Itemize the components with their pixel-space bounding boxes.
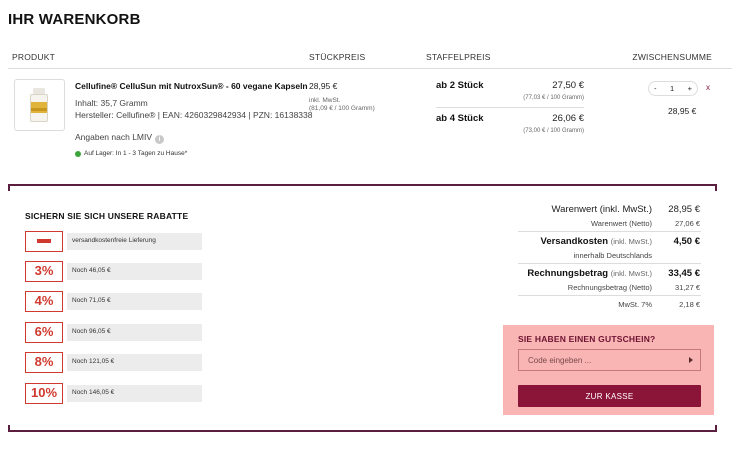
product-lmiv[interactable]: Angaben nach LMIV i	[75, 132, 165, 144]
tier-price-1: ab 2 Stück 27,50 € (77,03 € / 100 Gramm)	[436, 80, 584, 108]
header-scale-price: STAFFELPREIS	[426, 52, 491, 62]
summary-divider	[518, 295, 701, 296]
invoice-label: Rechnungsbetrag	[527, 268, 609, 279]
shipping-suffix: (inkl. MwSt.)	[610, 237, 652, 246]
unit-price-base: (81,09 € / 100 Gramm)	[309, 105, 375, 112]
page-title: IHR WARENKORB	[8, 11, 141, 28]
summary-shipping-note: innerhalb Deutschlands	[574, 251, 700, 260]
qty-increase-button[interactable]: +	[688, 81, 692, 96]
discount-text: Noch 121,05 €	[72, 358, 115, 365]
tier-base-price: (73,00 € / 100 Gramm)	[523, 128, 584, 134]
discount-row-10: 10% Noch 146,05 €	[25, 383, 202, 404]
frame-corner	[715, 184, 717, 191]
summary-invoice: Rechnungsbetrag (inkl. MwSt.) 33,45 €	[527, 268, 700, 279]
qty-decrease-button[interactable]: -	[654, 81, 657, 96]
summary-divider	[518, 263, 701, 264]
goods-label: Warenwert	[551, 204, 598, 215]
discount-badge: 8%	[25, 352, 63, 373]
tier-price: 27,50 €	[552, 80, 584, 91]
product-manufacturer: Hersteller: Cellufine® | EAN: 4260329842…	[75, 110, 313, 120]
voucher-title: SIE HABEN EINEN GUTSCHEIN?	[518, 334, 656, 344]
summary-invoice-net: Rechnungsbetrag (Netto) 31,27 €	[568, 283, 700, 292]
voucher-code-input[interactable]	[518, 349, 701, 371]
frame-corner	[8, 184, 10, 191]
discount-badge: 10%	[25, 383, 63, 404]
discount-text: versandkostenfreie Lieferung	[72, 237, 156, 244]
lmiv-label[interactable]: Angaben nach LMIV	[75, 132, 152, 142]
remove-item-button[interactable]: x	[706, 83, 710, 92]
discount-badge: 4%	[25, 291, 63, 312]
tier-divider	[436, 107, 584, 108]
goods-suffix: (inkl. MwSt.)	[599, 204, 652, 215]
in-stock-dot-icon	[75, 150, 81, 157]
quantity-stepper: - 1 +	[648, 81, 698, 96]
tier-price-2: ab 4 Stück 26,06 € (73,00 € / 100 Gramm)	[436, 113, 584, 141]
header-divider	[8, 68, 732, 69]
summary-goods: Warenwert (inkl. MwSt.) 28,95 €	[552, 204, 700, 215]
discount-text: Noch 146,05 €	[72, 389, 115, 396]
invoice-net-label: Rechnungsbetrag (Netto)	[567, 283, 652, 292]
summary-divider	[518, 231, 701, 232]
discount-badge: 3%	[25, 261, 63, 282]
tier-label: ab 4 Stück	[436, 113, 484, 124]
discount-badge	[25, 231, 63, 252]
product-content: Inhalt: 35,7 Gramm	[75, 98, 148, 108]
summary-vat: MwSt. 7% 2,18 €	[618, 300, 700, 309]
shipping-value: 4,50 €	[673, 236, 700, 247]
line-subtotal: 28,95 €	[668, 106, 697, 116]
product-bottle-image	[30, 88, 48, 122]
summary-goods-net: Warenwert (Netto) 27,06 €	[591, 219, 700, 228]
tier-label: ab 2 Stück	[436, 80, 484, 91]
goods-net-value: 27,06 €	[674, 219, 700, 228]
discount-row-3: 3% Noch 46,05 €	[25, 261, 202, 282]
product-thumbnail[interactable]	[14, 79, 65, 131]
arrow-right-icon[interactable]	[689, 357, 693, 363]
discount-text: Noch 46,05 €	[72, 267, 111, 274]
unit-price: 28,95 €	[309, 81, 338, 91]
unit-price-tax: inkl. MwSt.	[309, 97, 341, 104]
frame-corner	[715, 425, 717, 432]
header-unit-price: STÜCKPREIS	[309, 52, 366, 62]
shipping-label: Versandkosten	[540, 236, 609, 247]
stock-status: Auf Lager: In 1 - 3 Tagen zu Hause*	[75, 150, 187, 157]
goods-value: 28,95 €	[668, 204, 700, 215]
discount-row-4: 4% Noch 71,05 €	[25, 291, 202, 312]
tier-price: 26,06 €	[552, 113, 584, 124]
discount-row-6: 6% Noch 96,05 €	[25, 322, 202, 343]
vat-label: MwSt. 7%	[618, 300, 652, 309]
frame-corner	[8, 425, 10, 432]
discount-text: Noch 71,05 €	[72, 297, 111, 304]
discount-row-8: 8% Noch 121,05 €	[25, 352, 202, 373]
discounts-title: SICHERN SIE SICH UNSERE RABATTE	[25, 211, 189, 221]
qty-value[interactable]: 1	[670, 81, 674, 96]
tier-base-price: (77,03 € / 100 Gramm)	[523, 95, 584, 101]
summary-shipping: Versandkosten (inkl. MwSt.) 4,50 €	[541, 236, 700, 247]
product-name-link[interactable]: Cellufine® CelluSun mit NutroxSun® - 60 …	[75, 81, 308, 91]
voucher-panel: SIE HABEN EINEN GUTSCHEIN? ZUR KASSE	[503, 325, 714, 415]
info-icon[interactable]: i	[155, 135, 165, 144]
goods-net-label: Warenwert (Netto)	[591, 219, 652, 228]
checkout-button[interactable]: ZUR KASSE	[518, 385, 701, 407]
minus-icon	[37, 238, 51, 243]
discount-row-free-shipping: versandkostenfreie Lieferung	[25, 231, 202, 252]
invoice-suffix: (inkl. MwSt.)	[610, 269, 652, 278]
header-product: PRODUKT	[12, 52, 55, 62]
invoice-value: 33,45 €	[668, 268, 700, 279]
discount-badge: 6%	[25, 322, 63, 343]
vat-value: 2,18 €	[679, 300, 700, 309]
invoice-net-value: 31,27 €	[674, 283, 700, 292]
stock-text: Auf Lager: In 1 - 3 Tagen zu Hause*	[84, 150, 188, 157]
header-subtotal: ZWISCHENSUMME	[632, 52, 712, 62]
discount-text: Noch 96,05 €	[72, 328, 111, 335]
shipping-note: innerhalb Deutschlands	[573, 251, 652, 260]
